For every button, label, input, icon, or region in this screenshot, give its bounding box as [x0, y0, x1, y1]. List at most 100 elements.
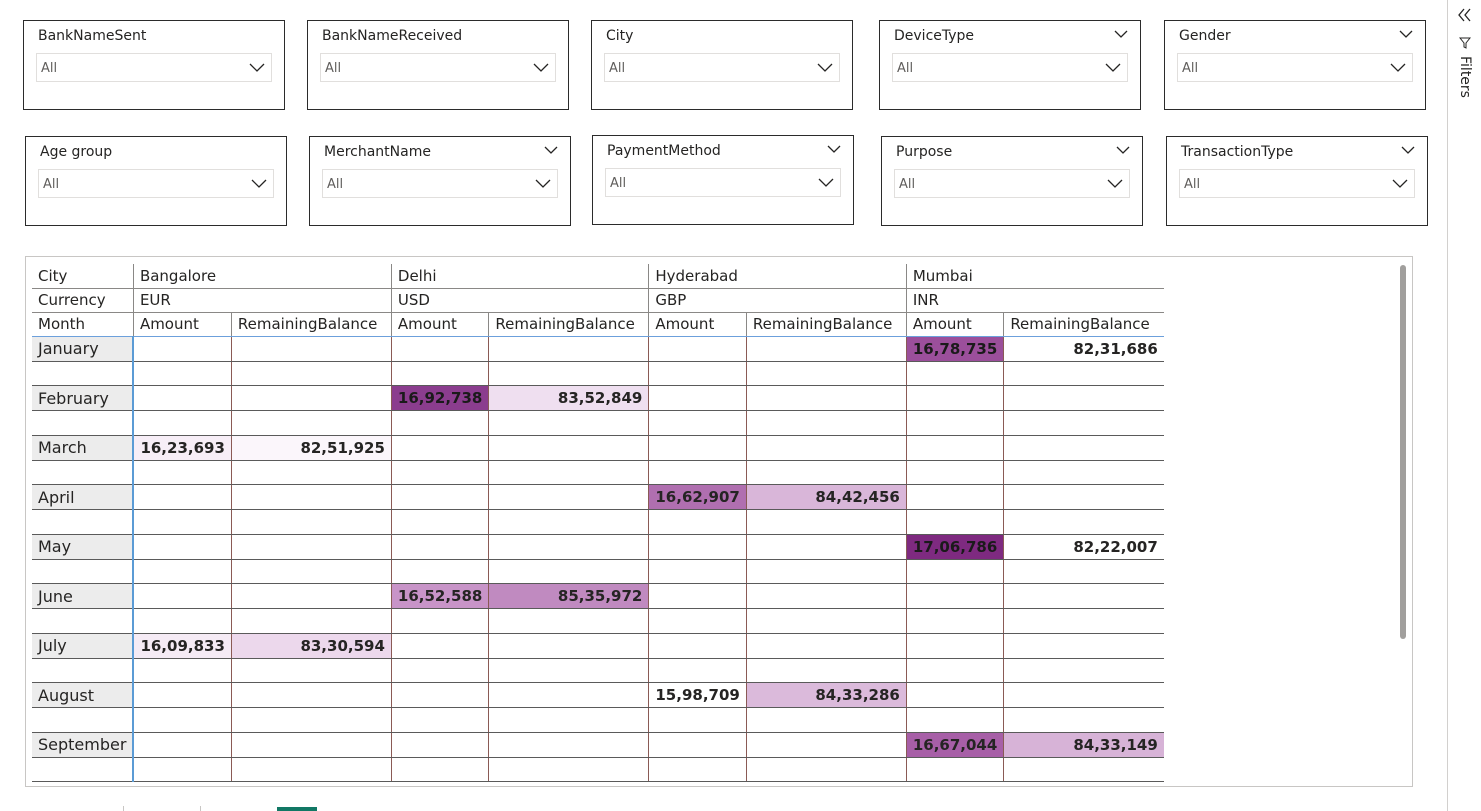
matrix-cell[interactable]	[488, 633, 649, 659]
slicer-dropdown[interactable]: All	[604, 53, 840, 82]
matrix-cell[interactable]	[1003, 583, 1164, 609]
matrix-cell[interactable]	[390, 534, 489, 560]
matrix-cell[interactable]	[1003, 484, 1164, 510]
matrix-cell[interactable]: 16,78,735	[905, 336, 1004, 362]
matrix-cell[interactable]: 16,92,738	[390, 385, 489, 411]
matrix-cell[interactable]	[648, 732, 747, 758]
matrix-cell[interactable]	[905, 484, 1004, 510]
matrix-cell[interactable]	[488, 484, 649, 510]
matrix-cell[interactable]: 16,52,588	[390, 583, 489, 609]
matrix-cell[interactable]: 16,62,907	[648, 484, 747, 510]
matrix-cell[interactable]	[132, 385, 232, 411]
slicer-dropdown[interactable]: All	[1179, 169, 1415, 198]
double-chevron-left-icon[interactable]	[1457, 8, 1473, 22]
slicer-paymentmethod[interactable]: PaymentMethod All	[592, 135, 854, 225]
matrix-cell[interactable]	[230, 682, 392, 708]
chevron-down-icon[interactable]	[1401, 145, 1415, 155]
matrix-cell[interactable]: 82,22,007	[1003, 534, 1164, 560]
column-header-measure[interactable]: Amount	[905, 312, 1004, 337]
matrix-cell[interactable]	[905, 385, 1004, 411]
matrix-visual[interactable]: City Bangalore Delhi Hyderabad Mumbai Currenc…	[25, 256, 1413, 787]
matrix-cell[interactable]	[230, 484, 392, 510]
matrix-cell[interactable]: 15,98,709	[648, 682, 747, 708]
matrix-cell[interactable]	[745, 336, 907, 362]
slicer-banknamesent[interactable]: BankNameSent All	[23, 20, 285, 110]
matrix-cell[interactable]	[230, 534, 392, 560]
matrix-cell[interactable]	[230, 385, 392, 411]
slicer-dropdown[interactable]: All	[894, 169, 1130, 198]
matrix-cell[interactable]: 16,09,833	[132, 633, 232, 659]
matrix-cell[interactable]	[488, 336, 649, 362]
column-header-measure[interactable]: Amount	[132, 312, 232, 337]
matrix-cell[interactable]	[648, 534, 747, 560]
slicer-merchantname[interactable]: MerchantName All	[309, 136, 571, 226]
column-header-measure[interactable]: Amount	[648, 312, 747, 337]
matrix-cell[interactable]	[390, 484, 489, 510]
row-label-month[interactable]: January	[32, 336, 135, 362]
matrix-cell[interactable]: 83,30,594	[230, 633, 392, 659]
matrix-cell[interactable]	[390, 633, 489, 659]
slicer-transactiontype[interactable]: TransactionType All	[1166, 136, 1428, 226]
matrix-cell[interactable]	[745, 633, 907, 659]
slicer-banknamereceived[interactable]: BankNameReceived All	[307, 20, 569, 110]
vertical-scrollbar[interactable]	[1400, 265, 1406, 639]
row-label-month[interactable]: March	[32, 435, 135, 461]
matrix-cell[interactable]	[132, 336, 232, 362]
matrix-cell[interactable]	[745, 385, 907, 411]
matrix-cell[interactable]	[648, 633, 747, 659]
slicer-purpose[interactable]: Purpose All	[881, 136, 1143, 226]
matrix-cell[interactable]: 82,31,686	[1003, 336, 1164, 362]
row-label-month[interactable]: September	[32, 732, 135, 758]
chevron-down-icon[interactable]	[544, 145, 558, 155]
matrix-cell[interactable]	[132, 682, 232, 708]
matrix-cell[interactable]	[390, 732, 489, 758]
column-header-currency[interactable]: GBP	[648, 288, 907, 313]
filters-pane[interactable]: Filters	[1447, 0, 1481, 811]
matrix-cell[interactable]	[230, 336, 392, 362]
row-label-month[interactable]: May	[32, 534, 135, 560]
column-header-city[interactable]: Hyderabad	[648, 264, 907, 289]
column-header-currency[interactable]: EUR	[132, 288, 392, 313]
column-header-currency[interactable]: INR	[905, 288, 1164, 313]
row-label-month[interactable]: February	[32, 385, 135, 411]
matrix-cell[interactable]: 16,67,044	[905, 732, 1004, 758]
chevron-down-icon[interactable]	[827, 144, 841, 154]
matrix-cell[interactable]	[745, 435, 907, 461]
slicer-age-group[interactable]: Age group All	[25, 136, 287, 226]
row-label-month[interactable]: August	[32, 682, 135, 708]
matrix-cell[interactable]	[132, 484, 232, 510]
chevron-down-icon[interactable]	[1114, 29, 1128, 39]
matrix-cell[interactable]	[745, 732, 907, 758]
matrix-cell[interactable]	[648, 336, 747, 362]
matrix-cell[interactable]	[488, 732, 649, 758]
matrix-cell[interactable]: 16,23,693	[132, 435, 232, 461]
matrix-cell[interactable]	[1003, 435, 1164, 461]
slicer-dropdown[interactable]: All	[320, 53, 556, 82]
matrix-cell[interactable]	[745, 583, 907, 609]
slicer-city[interactable]: City All	[591, 20, 853, 110]
slicer-gender[interactable]: Gender All	[1164, 20, 1426, 110]
slicer-dropdown[interactable]: All	[36, 53, 272, 82]
column-header-measure[interactable]: RemainingBalance	[488, 312, 649, 337]
matrix-cell[interactable]	[1003, 682, 1164, 708]
matrix-cell[interactable]	[905, 583, 1004, 609]
matrix-cell[interactable]: 17,06,786	[905, 534, 1004, 560]
slicer-dropdown[interactable]: All	[38, 169, 274, 198]
matrix-cell[interactable]	[745, 534, 907, 560]
matrix-cell[interactable]	[390, 682, 489, 708]
matrix-cell[interactable]	[488, 534, 649, 560]
column-header-city[interactable]: Delhi	[390, 264, 649, 289]
matrix-cell[interactable]: 84,42,456	[745, 484, 907, 510]
column-header-currency[interactable]: USD	[390, 288, 649, 313]
column-header-city[interactable]: Mumbai	[905, 264, 1164, 289]
matrix-cell[interactable]	[905, 682, 1004, 708]
matrix-cell[interactable]: 84,33,149	[1003, 732, 1164, 758]
active-page-tab[interactable]	[277, 807, 317, 811]
matrix-cell[interactable]	[488, 435, 649, 461]
matrix-cell[interactable]: 83,52,849	[488, 385, 649, 411]
slicer-dropdown[interactable]: All	[892, 53, 1128, 82]
chevron-down-icon[interactable]	[1399, 29, 1413, 39]
matrix-cell[interactable]	[132, 583, 232, 609]
matrix-cell[interactable]	[488, 682, 649, 708]
matrix-cell[interactable]	[905, 435, 1004, 461]
